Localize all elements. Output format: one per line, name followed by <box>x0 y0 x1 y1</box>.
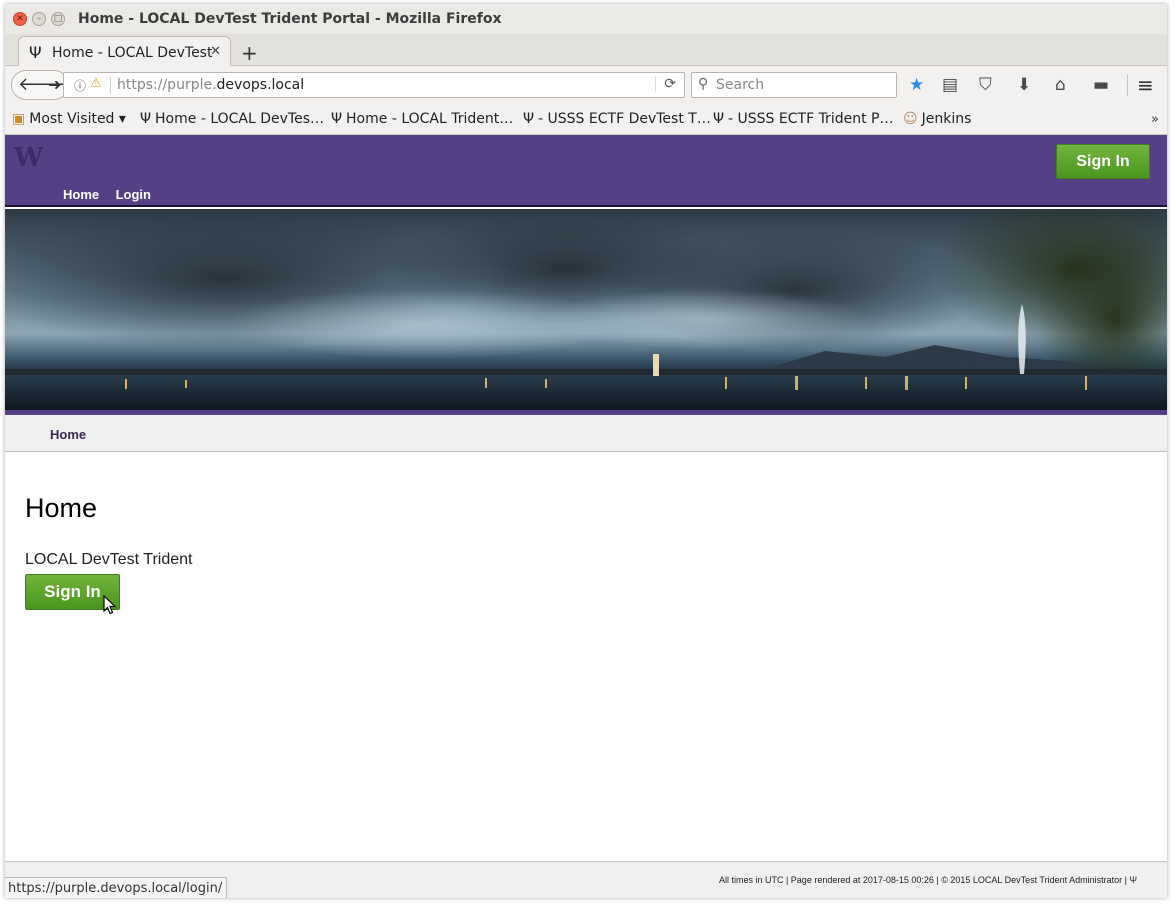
pocket-icon[interactable]: ⛉ <box>979 75 992 95</box>
bookmark-label: Jenkins <box>921 111 972 127</box>
bookmark-label: Home - LOCAL Trident… <box>346 111 514 127</box>
bookmark-most-visited[interactable]: ▣ Most Visited ▾ <box>12 111 126 127</box>
url-separator <box>110 77 111 94</box>
tab-label: Home - LOCAL DevTest <box>52 45 212 61</box>
status-bar-url: https://purple.devops.local/login/ <box>5 877 228 898</box>
tab-strip: Ψ Home - LOCAL DevTest ✕ <box>5 34 1167 67</box>
site-info-icon[interactable]: ⓘ <box>74 77 86 94</box>
more-bookmarks-icon[interactable]: » <box>1151 112 1159 127</box>
breadcrumb: Home <box>5 415 1167 452</box>
new-tab-button[interactable]: + <box>241 41 258 65</box>
bookmark-label: Most Visited ▾ <box>29 111 126 127</box>
uw-logo[interactable]: W <box>14 143 43 173</box>
insecure-warning-icon: ⚠ <box>90 76 102 91</box>
toolbar-separator <box>1127 74 1128 96</box>
mouse-cursor-icon <box>103 595 117 615</box>
banner-image <box>5 209 1167 410</box>
bookmark-label: - USSS ECTF Trident P… <box>728 111 894 127</box>
maximize-window-button[interactable]: □ <box>51 12 65 26</box>
reload-icon[interactable]: ⟳ <box>655 76 676 92</box>
search-placeholder: Search <box>716 77 765 93</box>
reading-list-icon[interactable]: ▤ <box>942 75 958 95</box>
forward-button[interactable]: ➜ <box>48 75 61 94</box>
close-tab-icon[interactable]: ✕ <box>210 44 221 59</box>
folder-icon: ▣ <box>12 111 26 127</box>
menu-icon[interactable]: ≡ <box>1137 73 1154 97</box>
bookmark-home-local-devtest[interactable]: Ψ Home - LOCAL DevTes… <box>140 111 324 127</box>
window-title: Home - LOCAL DevTest Trident Portal - Mo… <box>78 11 502 27</box>
lakeside-panorama <box>5 209 1167 410</box>
nav-login-link[interactable]: Login <box>116 187 151 202</box>
header-sign-in-button[interactable]: Sign In <box>1056 144 1150 179</box>
bookmark-usss-trident[interactable]: Ψ- USSS ECTF Trident P… <box>713 111 893 127</box>
trident-icon: Ψ <box>140 111 152 127</box>
site-header: W Home Login Sign In <box>5 135 1167 207</box>
web-page: W Home Login Sign In Home Home LOCAL Dev… <box>5 135 1167 898</box>
tab-home[interactable]: Ψ Home - LOCAL DevTest ✕ <box>18 36 231 67</box>
bookmark-label: Home - LOCAL DevTes… <box>155 111 325 127</box>
bookmark-usss-devtest[interactable]: Ψ- USSS ECTF DevTest T… <box>523 111 711 127</box>
bookmark-star-icon[interactable]: ★ <box>909 75 924 95</box>
minimize-window-button[interactable]: – <box>32 12 46 26</box>
jenkins-icon: ☺ <box>903 111 918 127</box>
extension-icon[interactable]: ▬ <box>1093 75 1109 95</box>
trident-icon: Ψ <box>713 111 725 127</box>
url-bar[interactable]: ⓘ ⚠ https://purple.devops.local ⟳ <box>63 72 685 98</box>
firefox-window: ✕ – □ Home - LOCAL DevTest Trident Porta… <box>5 4 1167 898</box>
title-bar: ✕ – □ Home - LOCAL DevTest Trident Porta… <box>5 4 1167 34</box>
bookmarks-bar: ▣ Most Visited ▾ Ψ Home - LOCAL DevTes… ΨH… <box>5 104 1167 135</box>
bookmark-home-local-trident[interactable]: Ψ Home - LOCAL Trident… <box>331 111 513 127</box>
home-icon[interactable]: ⌂ <box>1055 75 1066 95</box>
url-prefix: https://purple. <box>117 77 217 93</box>
bookmark-label: - USSS ECTF DevTest T… <box>538 111 711 127</box>
page-title: Home <box>25 493 98 523</box>
footer-text: All times in UTC | Page rendered at 2017… <box>718 875 1137 885</box>
top-nav: Home Login <box>63 186 163 204</box>
site-name-text: LOCAL DevTest Trident <box>25 551 193 568</box>
url-text: https://purple.devops.local <box>117 77 304 93</box>
bookmark-jenkins[interactable]: ☺ Jenkins <box>903 111 971 127</box>
url-domain: devops.local <box>216 77 305 93</box>
navigation-bar: 🡐 ➜ ⓘ ⚠ https://purple.devops.local ⟳ ⚲ … <box>5 66 1167 104</box>
trident-icon: Ψ <box>523 111 535 127</box>
nav-home-link[interactable]: Home <box>63 187 99 202</box>
trident-icon: Ψ <box>29 43 42 62</box>
search-input[interactable]: ⚲ Search <box>691 72 897 98</box>
search-icon: ⚲ <box>698 76 709 92</box>
trident-icon: Ψ <box>331 111 343 127</box>
close-window-button[interactable]: ✕ <box>13 12 27 26</box>
back-forward-group: 🡐 ➜ <box>11 70 69 100</box>
breadcrumb-home[interactable]: Home <box>50 427 86 442</box>
downloads-icon[interactable]: ⬇ <box>1017 75 1031 95</box>
